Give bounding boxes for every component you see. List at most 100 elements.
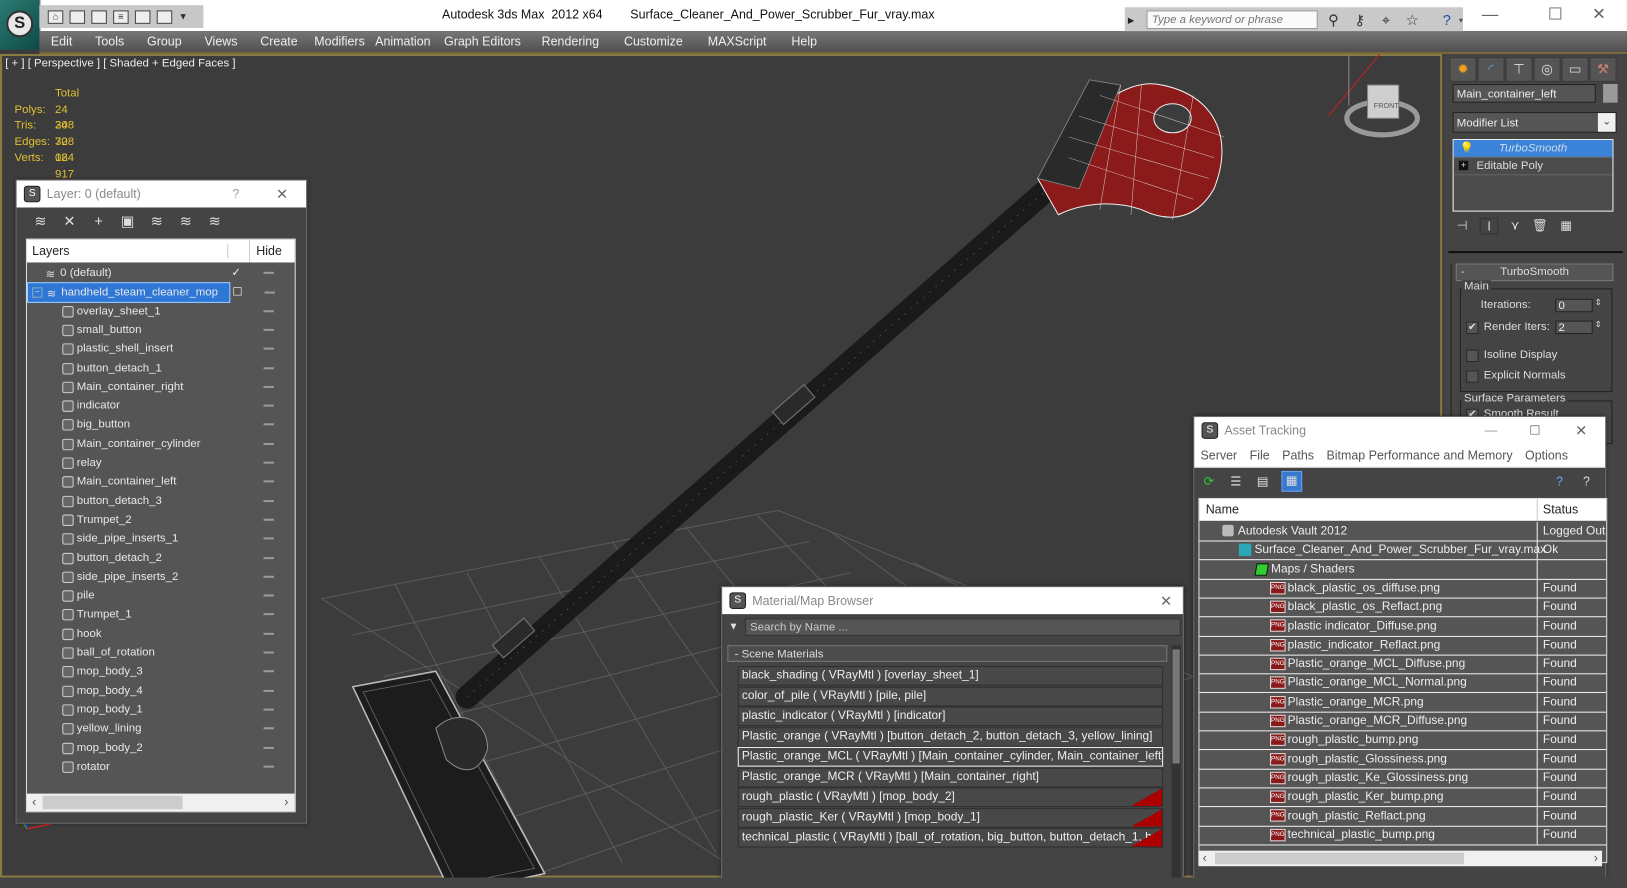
set-active-checkbox[interactable]: ☐ [232, 284, 242, 303]
scroll-thumb[interactable] [42, 795, 183, 810]
hide-toggle[interactable] [263, 328, 274, 331]
isoline-display-checkbox[interactable] [1466, 349, 1479, 363]
spinner-arrows-icon[interactable]: ⇕ [1595, 320, 1602, 329]
menu-animation[interactable]: Animation [370, 31, 436, 52]
select-objects-icon[interactable]: ▣ [118, 213, 137, 230]
hide-toggle[interactable] [263, 461, 274, 464]
object-row[interactable]: plastic_shell_insert [27, 339, 276, 358]
object-color-swatch[interactable] [1603, 84, 1618, 103]
create-tab-icon[interactable]: ✹ [1449, 57, 1477, 82]
hide-toggle[interactable] [263, 651, 274, 654]
object-row[interactable]: overlay_sheet_1 [27, 301, 276, 320]
list-view-icon[interactable]: ☰ [1227, 473, 1244, 490]
object-row[interactable]: Trumpet_2 [27, 510, 276, 529]
create-layer-icon[interactable]: ≋ [31, 213, 50, 230]
hide-toggle[interactable] [263, 347, 274, 350]
motion-tab-icon[interactable]: ◎ [1533, 57, 1561, 82]
stack-item-editable-poly[interactable]: + Editable Poly [1453, 158, 1613, 176]
close-button[interactable]: ✕ [1160, 592, 1172, 610]
asset-row[interactable]: PNG rough_plastic_bump.png Found [1199, 730, 1607, 751]
stack-item-turbosmooth[interactable]: 💡 TurboSmooth [1453, 140, 1613, 158]
asset-row[interactable]: PNG Plastic_orange_MCL_Normal.png Found [1199, 673, 1607, 694]
scene-materials-group[interactable]: - Scene Materials [727, 645, 1168, 662]
lightbulb-icon[interactable]: 💡 [1460, 140, 1474, 157]
scroll-right-icon[interactable]: › [284, 795, 288, 810]
horizontal-scrollbar[interactable]: ‹ › [26, 793, 295, 812]
hide-toggle[interactable] [263, 765, 274, 768]
asset-row[interactable]: Surface_Cleaner_And_Power_Scrubber_Fur_v… [1199, 540, 1607, 561]
menu-maxscript[interactable]: MAXScript [695, 31, 779, 52]
scroll-left-icon[interactable]: ‹ [32, 795, 36, 810]
asset-row[interactable]: PNG plastic indicator_Diffuse.png Found [1199, 616, 1607, 637]
collapse-icon[interactable]: − [32, 287, 43, 299]
pin-stack-icon[interactable]: ⊣ [1457, 218, 1468, 235]
utilities-tab-icon[interactable]: ⚒ [1589, 57, 1617, 82]
hide-toggle[interactable] [263, 442, 274, 445]
object-row[interactable]: big_button [27, 415, 276, 434]
object-row[interactable]: mop_body_2 [27, 738, 276, 757]
object-row[interactable]: Main_container_right [27, 377, 276, 396]
binoculars-icon[interactable]: ⚲ [1323, 10, 1343, 29]
horizontal-scrollbar[interactable]: ‹ › [1198, 850, 1603, 867]
rollout-header[interactable]: - TurboSmooth [1455, 263, 1614, 282]
object-row[interactable]: side_pipe_inserts_1 [27, 529, 276, 548]
object-row[interactable]: Main_container_left [27, 472, 276, 491]
qat-dropdown-icon[interactable]: ▼ [178, 11, 187, 21]
tree-view-icon[interactable]: ▤ [1254, 473, 1271, 490]
spinner-arrows-icon[interactable]: ⇕ [1595, 298, 1602, 307]
keyword-search-input[interactable] [1146, 10, 1318, 30]
hierarchy-tab-icon[interactable]: ⊤ [1505, 57, 1533, 82]
hide-toggle[interactable] [263, 708, 274, 711]
menu-views[interactable]: Views [193, 31, 249, 52]
hide-toggle[interactable] [263, 537, 274, 540]
object-row[interactable]: mop_body_4 [27, 681, 276, 700]
object-name-field[interactable]: Main_container_left [1452, 84, 1596, 103]
menu-group[interactable]: Group [136, 31, 193, 52]
menu-rendering[interactable]: Rendering [529, 31, 611, 52]
object-row[interactable]: rotator [27, 757, 276, 776]
refresh-icon[interactable]: ⟳ [1201, 473, 1218, 490]
maximize-button[interactable]: ☐ [1539, 4, 1572, 27]
material-item[interactable]: Plastic_orange_MCR ( VRayMtl ) [Main_con… [737, 767, 1164, 787]
menu-file[interactable]: File [1243, 444, 1276, 467]
modifier-list-dropdown[interactable]: Modifier List ⌄ [1452, 112, 1617, 133]
iterations-spinner[interactable]: 0 [1555, 298, 1593, 313]
hide-toggle[interactable] [263, 670, 274, 673]
asset-tracking-titlebar[interactable]: S Asset Tracking — ☐ ✕ [1194, 417, 1606, 445]
menu-help[interactable]: Help [779, 31, 830, 52]
column-hide[interactable]: Hide [250, 244, 282, 259]
object-row[interactable]: Main_container_cylinder [27, 434, 276, 453]
help-icon[interactable]: ? [1437, 10, 1457, 29]
material-browser-titlebar[interactable]: S Material/Map Browser ✕ [722, 587, 1183, 615]
menu-options[interactable]: Options [1519, 444, 1574, 467]
material-item[interactable]: Plastic_orange_MCL ( VRayMtl ) [Main_con… [737, 746, 1164, 767]
set-current-layer-icon[interactable]: ≋ [176, 213, 195, 230]
layer-row-selected[interactable]: − ≋ handheld_steam_cleaner_mop ☐ [26, 282, 275, 304]
column-status[interactable]: Status [1543, 499, 1578, 521]
asset-row[interactable]: PNG rough_plastic_Ke_Glossiness.png Found [1199, 768, 1607, 789]
minimize-button[interactable]: — [1473, 4, 1506, 27]
asset-row[interactable]: Maps / Shaders [1199, 559, 1607, 580]
material-item[interactable]: rough_plastic ( VRayMtl ) [mop_body_2] [737, 787, 1164, 808]
material-item[interactable]: rough_plastic_Ker ( VRayMtl ) [mop_body_… [737, 807, 1164, 828]
hide-toggle[interactable] [263, 613, 274, 616]
hold-icon[interactable]: ≡ [113, 9, 129, 24]
maximize-button[interactable]: ☐ [1529, 423, 1540, 438]
hide-toggle[interactable] [263, 366, 274, 369]
render-iters-checkbox[interactable]: ✔ [1466, 321, 1479, 335]
hide-toggle[interactable] [263, 480, 274, 483]
filter-dropdown-icon[interactable]: ▼ [728, 621, 738, 632]
menu-create[interactable]: Create [249, 31, 309, 52]
make-unique-icon[interactable]: ⋎ [1511, 218, 1520, 235]
hide-toggle[interactable] [263, 746, 274, 749]
scroll-thumb[interactable] [1215, 852, 1465, 865]
layer-row-default[interactable]: ≋ 0 (default) ✓ [27, 263, 276, 282]
explicit-normals-checkbox[interactable] [1466, 370, 1479, 383]
hide-toggle[interactable] [263, 423, 274, 426]
scroll-thumb[interactable] [1172, 649, 1180, 764]
menu-server[interactable]: Server [1194, 444, 1243, 467]
object-row[interactable]: hook [27, 624, 276, 643]
object-row[interactable]: mop_body_3 [27, 662, 276, 681]
material-item[interactable]: plastic_indicator ( VRayMtl ) [indicator… [737, 706, 1164, 727]
asset-row[interactable]: Autodesk Vault 2012 Logged Out [1199, 521, 1607, 542]
